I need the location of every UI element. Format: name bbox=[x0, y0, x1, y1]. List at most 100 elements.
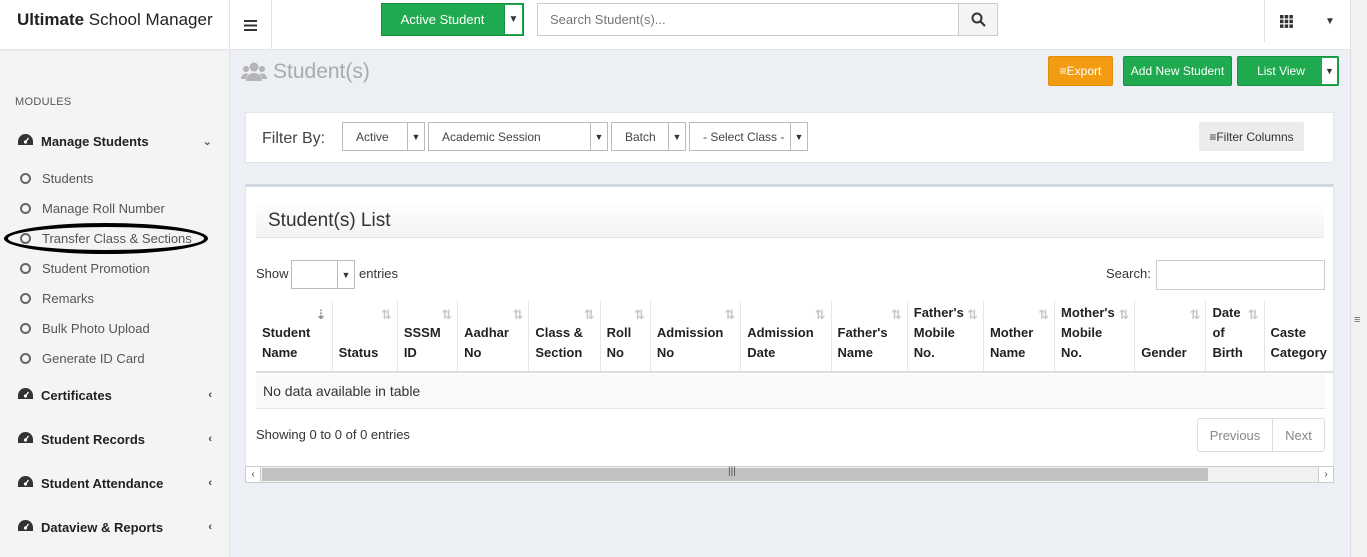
sidebar-item-generate-id-card[interactable]: Generate ID Card bbox=[20, 347, 145, 369]
column-header[interactable]: ⇅ Gender bbox=[1134, 301, 1207, 373]
sidebar-section-label: Certificates bbox=[41, 387, 112, 403]
column-header[interactable]: ⇅ Father's Mobile No. bbox=[907, 301, 984, 373]
column-header[interactable]: ⇅ Roll No bbox=[600, 301, 651, 373]
list-view-button[interactable]: List View ▼ bbox=[1237, 56, 1339, 86]
students-table: ⇣ Student Name ⇅ Status ⇅ SSSM ID ⇅ Aadhar No ⇅… bbox=[256, 301, 1333, 373]
class-select[interactable]: - Select Class - ▼ bbox=[689, 122, 808, 151]
page-title-text: Student(s) bbox=[273, 60, 370, 83]
app-brand[interactable]: Ultimate School Manager bbox=[0, 0, 230, 50]
sort-icon: ⇅ bbox=[583, 307, 595, 322]
sort-icon: ⇅ bbox=[724, 307, 736, 322]
sidebar-item-students[interactable]: Students bbox=[20, 167, 93, 189]
column-header-line: Section bbox=[535, 345, 583, 360]
search-button[interactable] bbox=[958, 3, 998, 36]
sidebar-item-manage-roll-number[interactable]: Manage Roll Number bbox=[20, 197, 165, 219]
status-select[interactable]: Active ▼ bbox=[342, 122, 425, 151]
sidebar-section-manage-students[interactable]: Manage Students ⌄ bbox=[0, 123, 230, 159]
sort-asc-icon: ⇣ bbox=[315, 307, 327, 322]
column-header[interactable]: ⇅ Date of Birth bbox=[1205, 301, 1265, 373]
sidebar-section-student-attendance[interactable]: Student Attendance ‹ bbox=[0, 465, 230, 501]
chevron-down-icon: ▼ bbox=[668, 123, 685, 150]
scroll-right-arrow-icon[interactable]: › bbox=[1318, 467, 1333, 482]
user-menu-caret-icon[interactable]: ▼ bbox=[1310, 0, 1350, 42]
dashboard-icon bbox=[18, 475, 41, 491]
column-header-line: Status bbox=[338, 345, 379, 360]
page-title: Student(s) bbox=[241, 60, 370, 84]
column-header-line: Aadhar bbox=[464, 325, 509, 340]
chevron-down-icon[interactable]: ▼ bbox=[504, 5, 522, 34]
entries-label: entries bbox=[359, 266, 399, 281]
hamburger-menu-icon[interactable] bbox=[230, 0, 272, 50]
previous-page-button[interactable]: Previous bbox=[1198, 419, 1273, 451]
column-header[interactable]: ⇅ Aadhar No bbox=[457, 301, 530, 373]
active-student-label: Active Student bbox=[400, 12, 485, 27]
student-search-input[interactable] bbox=[537, 3, 959, 36]
sidebar-section-label: Student Attendance bbox=[41, 475, 164, 491]
sort-icon: ⇅ bbox=[1038, 307, 1050, 322]
circle-icon bbox=[20, 292, 31, 304]
sidebar-item-bulk-photo-upload[interactable]: Bulk Photo Upload bbox=[20, 317, 150, 339]
column-header-line: Name bbox=[262, 345, 298, 360]
sidebar-section-certificates[interactable]: Certificates ‹ bbox=[0, 377, 230, 413]
vertical-scrollbar[interactable]: ≡ bbox=[1350, 0, 1367, 557]
column-header[interactable]: ⇅ Father's Name bbox=[831, 301, 908, 373]
column-header[interactable]: ⇅ Mother's Mobile No. bbox=[1054, 301, 1136, 373]
table-search-label: Search: bbox=[1106, 266, 1151, 281]
column-header[interactable]: ⇣ Student Name bbox=[256, 301, 333, 373]
export-button[interactable]: ≡ Export bbox=[1048, 56, 1113, 86]
table-search-input[interactable] bbox=[1156, 260, 1325, 290]
batch-select-value: Batch bbox=[625, 129, 656, 144]
show-label: Show bbox=[256, 266, 289, 281]
column-header[interactable]: ⇅ Status bbox=[332, 301, 398, 373]
column-header-line: SSSM bbox=[403, 325, 441, 340]
column-header-line: Name bbox=[837, 345, 873, 360]
column-header[interactable]: ⇅ Admission No bbox=[650, 301, 742, 373]
column-header[interactable]: Caste Category bbox=[1264, 301, 1333, 373]
column-header-line: Category bbox=[1270, 345, 1327, 360]
sidebar-item-remarks[interactable]: Remarks bbox=[20, 287, 94, 309]
column-header-line: Name bbox=[989, 345, 1026, 360]
column-header[interactable]: ⇅ SSSM ID bbox=[397, 301, 459, 373]
filter-columns-button[interactable]: ≡ Filter Columns bbox=[1199, 122, 1304, 151]
batch-select[interactable]: Batch ▼ bbox=[611, 122, 686, 151]
column-header-line: Gender bbox=[1141, 345, 1187, 360]
sidebar-item-student-promotion[interactable]: Student Promotion bbox=[20, 257, 150, 279]
column-header[interactable]: ⇅ Admission Date bbox=[740, 301, 832, 373]
sort-icon: ⇅ bbox=[1247, 307, 1259, 322]
academic-session-select[interactable]: Academic Session ▼ bbox=[428, 122, 608, 151]
column-header[interactable]: ⇅ Class & Section bbox=[528, 301, 601, 373]
academic-session-select-value: Academic Session bbox=[442, 129, 541, 144]
horizontal-scrollbar[interactable]: ‹ ||| › bbox=[245, 466, 1334, 483]
sidebar-item-label: Student Promotion bbox=[42, 260, 150, 276]
column-header-line: Birth bbox=[1212, 345, 1243, 360]
chevron-down-icon: ⌄ bbox=[202, 135, 212, 148]
sidebar: MODULES Manage Students ⌄ Students Manag… bbox=[0, 51, 230, 557]
chevron-down-icon[interactable]: ▼ bbox=[1322, 58, 1337, 84]
brand-text: School Manager bbox=[84, 10, 213, 29]
filter-columns-label: Filter Columns bbox=[1216, 129, 1294, 144]
sort-icon: ⇅ bbox=[512, 307, 524, 322]
sort-icon: ⇅ bbox=[890, 307, 902, 322]
circle-icon bbox=[20, 202, 31, 214]
column-header-line: Father's bbox=[837, 325, 888, 340]
column-header-line: Date bbox=[747, 345, 776, 360]
active-student-dropdown[interactable]: Active Student ▼ bbox=[381, 3, 524, 36]
scroll-left-arrow-icon[interactable]: ‹ bbox=[246, 467, 261, 482]
sidebar-section-label: Dataview & Reports bbox=[41, 519, 164, 535]
column-header[interactable]: ⇅ Mother Name bbox=[983, 301, 1056, 373]
sidebar-item-label: Generate ID Card bbox=[42, 350, 145, 366]
next-page-button[interactable]: Next bbox=[1273, 419, 1324, 451]
sort-icon: ⇅ bbox=[1189, 307, 1201, 322]
sidebar-section-student-records[interactable]: Student Records ‹ bbox=[0, 421, 230, 457]
sidebar-section-dataview-reports[interactable]: Dataview & Reports ‹ bbox=[0, 509, 230, 545]
scrollbar-thumb[interactable]: ||| bbox=[262, 466, 1208, 481]
apps-grid-icon[interactable] bbox=[1264, 0, 1308, 42]
highlight-annotation-ellipse bbox=[4, 223, 208, 254]
dashboard-icon bbox=[18, 519, 41, 535]
users-icon bbox=[241, 62, 267, 81]
add-new-student-button[interactable]: Add New Student bbox=[1123, 56, 1232, 86]
page-length-select[interactable]: ▼ bbox=[291, 260, 355, 289]
chevron-left-icon: ‹ bbox=[208, 477, 212, 489]
chevron-left-icon: ‹ bbox=[208, 521, 212, 533]
status-select-value: Active bbox=[356, 129, 389, 144]
